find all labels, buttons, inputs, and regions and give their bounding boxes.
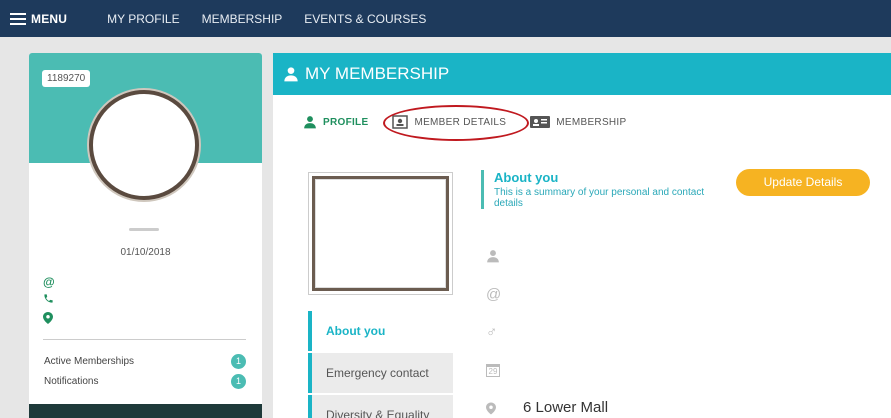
update-details-button[interactable]: Update Details	[736, 169, 870, 196]
member-id-badge: 1189270	[42, 70, 91, 87]
address-icon	[486, 402, 496, 418]
user-icon	[304, 116, 316, 129]
about-title: About you	[494, 170, 559, 185]
tab-member-details-label: MEMBER DETAILS	[414, 116, 507, 128]
card-divider	[43, 339, 246, 340]
address-value: 6 Lower Mall	[523, 399, 609, 416]
nav-events-courses[interactable]: EVENTS & COURSES	[304, 12, 426, 26]
menu-button[interactable]: MENU	[10, 12, 67, 26]
location-icon	[43, 312, 53, 327]
side-tab-diversity-equality[interactable]: Diversity & Equality	[308, 395, 453, 418]
gender-icon: ♂	[486, 324, 498, 341]
active-memberships-count: 1	[231, 354, 246, 369]
hamburger-icon	[10, 12, 26, 25]
tab-membership-label: MEMBERSHIP	[556, 116, 627, 128]
membership-panel: MY MEMBERSHIP PROFILE MEMBER DETAILS MEM…	[273, 53, 891, 418]
about-subtitle: This is a summary of your personal and c…	[494, 187, 705, 209]
side-tab-emergency-contact[interactable]: Emergency contact	[308, 353, 453, 393]
member-name-redacted	[129, 228, 159, 231]
calendar-icon: 29	[486, 364, 500, 377]
profile-card: 1189270 01/10/2018 @ Active Memberships …	[29, 53, 262, 418]
tab-profile[interactable]: PROFILE	[303, 115, 368, 129]
notifications-count: 1	[231, 374, 246, 389]
email-icon: @	[43, 275, 55, 289]
panel-tabs: PROFILE MEMBER DETAILS MEMBERSHIP	[303, 115, 626, 129]
card-footer	[29, 404, 262, 418]
menu-label: MENU	[31, 11, 68, 26]
active-memberships-label[interactable]: Active Memberships	[44, 356, 134, 367]
name-field-icon	[486, 249, 500, 267]
panel-header: MY MEMBERSHIP	[273, 53, 891, 95]
top-nav-bar: MENU MY PROFILE MEMBERSHIP EVENTS & COUR…	[0, 0, 891, 37]
member-photo	[308, 172, 453, 295]
calendar-day: 29	[486, 364, 500, 377]
tab-membership[interactable]: MEMBERSHIP	[530, 116, 626, 128]
tab-member-details[interactable]: MEMBER DETAILS	[392, 115, 506, 129]
member-date: 01/10/2018	[120, 247, 171, 258]
nav-membership[interactable]: MEMBERSHIP	[202, 12, 283, 26]
tab-profile-label: PROFILE	[323, 116, 369, 128]
avatar	[89, 90, 199, 200]
side-tab-about-you[interactable]: About you	[308, 311, 453, 351]
contact-card-icon	[392, 115, 409, 129]
phone-icon	[43, 293, 54, 307]
about-section-header: About you This is a summary of your pers…	[481, 170, 719, 209]
id-card-icon	[530, 116, 551, 128]
notifications-label[interactable]: Notifications	[44, 376, 98, 387]
email-field-icon: @	[486, 286, 502, 303]
panel-title: MY MEMBERSHIP	[305, 64, 450, 83]
nav-my-profile[interactable]: MY PROFILE	[107, 12, 179, 26]
user-icon	[284, 67, 298, 82]
